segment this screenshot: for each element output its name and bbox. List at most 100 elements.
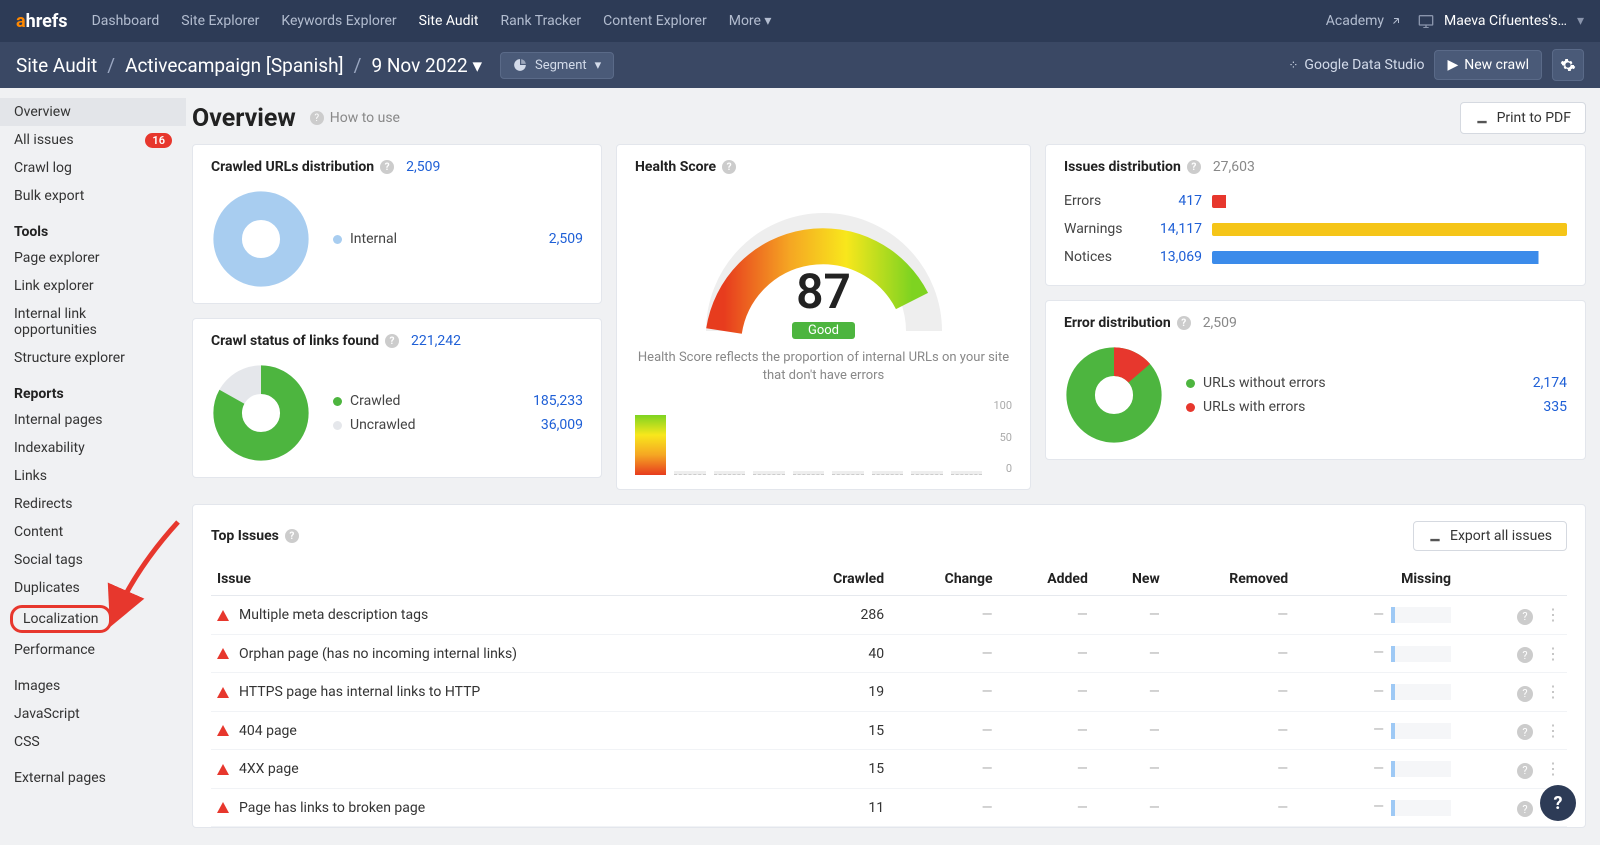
sidebar-item-css[interactable]: CSS: [0, 728, 186, 756]
nav-item-dashboard[interactable]: Dashboard: [92, 13, 160, 29]
help-fab[interactable]: ?: [1540, 785, 1576, 821]
legend-dot: [333, 235, 342, 244]
col-crawled[interactable]: Crawled: [776, 563, 890, 596]
sidebar-item-internal-link-opportunities[interactable]: Internal link opportunities: [0, 300, 186, 344]
sidebar-item-content[interactable]: Content: [0, 518, 186, 546]
legend-row: Uncrawled36,009: [333, 413, 583, 437]
error-icon: [217, 648, 229, 659]
user-menu[interactable]: Maeva Cifuentes's… ▾: [1418, 13, 1584, 29]
breadcrumb-project[interactable]: Activecampaign [Spanish]: [125, 54, 344, 77]
help-icon[interactable]: ?: [1517, 724, 1533, 740]
table-row[interactable]: Page has links to broken page11————— ?⋮: [211, 788, 1567, 827]
sidebar-item-page-explorer[interactable]: Page explorer: [0, 244, 186, 272]
topbar: ahrefs Dashboard Site Explorer Keywords Ex…: [0, 0, 1600, 42]
sidebar-item-images[interactable]: Images: [0, 672, 186, 700]
print-to-pdf-button[interactable]: Print to PDF: [1460, 102, 1586, 134]
help-icon[interactable]: ?: [1517, 686, 1533, 702]
help-icon[interactable]: ?: [285, 529, 299, 543]
help-icon[interactable]: ?: [380, 160, 394, 174]
breadcrumb-root[interactable]: Site Audit: [16, 54, 97, 77]
legend-value: 2,509: [549, 231, 583, 247]
sidebar-item-javascript[interactable]: JavaScript: [0, 700, 186, 728]
nav-item-site-audit[interactable]: Site Audit: [419, 13, 479, 29]
logo[interactable]: ahrefs: [16, 11, 68, 32]
legend-row: URLs without errors2,174: [1186, 371, 1567, 395]
academy-link[interactable]: Academy: [1326, 13, 1402, 29]
sidebar-item-all-issues[interactable]: All issues16: [0, 126, 186, 154]
legend-dot: [1186, 403, 1195, 412]
download-icon: [1428, 529, 1442, 543]
sidebar-item-localization[interactable]: Localization: [10, 605, 112, 633]
help-icon[interactable]: ?: [1517, 763, 1533, 779]
help-icon[interactable]: ?: [722, 160, 736, 174]
sidebar-item-overview[interactable]: Overview: [0, 98, 186, 126]
export-all-issues-button[interactable]: Export all issues: [1413, 521, 1567, 551]
legend-value: 36,009: [541, 417, 583, 433]
col-new[interactable]: New: [1094, 563, 1166, 596]
col-added[interactable]: Added: [999, 563, 1094, 596]
help-icon[interactable]: ?: [385, 334, 399, 348]
legend-value: 335: [1543, 399, 1567, 415]
how-to-use-link[interactable]: ?How to use: [310, 110, 400, 126]
issue-dist-row[interactable]: Errors417: [1064, 187, 1567, 215]
nav-item-more[interactable]: More ▾: [729, 13, 772, 29]
sidebar-item-indexability[interactable]: Indexability: [0, 434, 186, 462]
error-distribution-chart: [1064, 345, 1164, 445]
table-row[interactable]: 404 page15————— ?⋮: [211, 711, 1567, 750]
google-data-studio-link[interactable]: ⁘Google Data Studio: [1288, 57, 1424, 73]
issue-dist-row[interactable]: Warnings14,117: [1064, 215, 1567, 243]
error-icon: [217, 725, 229, 736]
nav-item-rank-tracker[interactable]: Rank Tracker: [501, 13, 582, 29]
issue-dist-row[interactable]: Notices13,069: [1064, 243, 1567, 271]
crawled-urls-card: Crawled URLs distribution?2,509 Internal…: [192, 144, 602, 304]
table-row[interactable]: HTTPS page has internal links to HTTP19—…: [211, 673, 1567, 712]
legend-label: URLs without errors: [1203, 375, 1525, 391]
sidebar-item-social-tags[interactable]: Social tags: [0, 546, 186, 574]
sidebar-item-duplicates[interactable]: Duplicates: [0, 574, 186, 602]
sidebar-item-structure-explorer[interactable]: Structure explorer: [0, 344, 186, 372]
more-icon[interactable]: ⋮: [1545, 682, 1561, 701]
nav-item-keywords-explorer[interactable]: Keywords Explorer: [281, 13, 396, 29]
more-icon[interactable]: ⋮: [1545, 605, 1561, 624]
segment-button[interactable]: Segment▾: [500, 52, 614, 79]
legend-row: Internal2,509: [333, 227, 583, 251]
sidebar-item-bulk-export[interactable]: Bulk export: [0, 182, 186, 210]
sidebar-item-redirects[interactable]: Redirects: [0, 490, 186, 518]
download-icon: [1475, 111, 1489, 125]
error-icon: [217, 687, 229, 698]
help-icon[interactable]: ?: [1177, 316, 1191, 330]
health-score-card: Health Score? 87 Good Health Score refle…: [616, 144, 1031, 490]
col-missing[interactable]: Missing: [1294, 563, 1457, 596]
missing-sparkline: [1391, 607, 1451, 623]
more-icon[interactable]: ⋮: [1545, 644, 1561, 663]
table-row[interactable]: Orphan page (has no incoming internal li…: [211, 634, 1567, 673]
missing-sparkline: [1391, 761, 1451, 777]
sidebar-item-internal-pages[interactable]: Internal pages: [0, 406, 186, 434]
table-row[interactable]: Multiple meta description tags286————— ?…: [211, 596, 1567, 635]
nav-item-content-explorer[interactable]: Content Explorer: [603, 13, 707, 29]
col-change[interactable]: Change: [890, 563, 998, 596]
help-icon[interactable]: ?: [1517, 609, 1533, 625]
sidebar-item-links[interactable]: Links: [0, 462, 186, 490]
sidebar-heading-reports: Reports: [0, 372, 186, 406]
sidebar-item-performance[interactable]: Performance: [0, 636, 186, 664]
more-icon[interactable]: ⋮: [1545, 721, 1561, 740]
sidebar-item-crawl-log[interactable]: Crawl log: [0, 154, 186, 182]
sidebar-item-link-explorer[interactable]: Link explorer: [0, 272, 186, 300]
help-icon[interactable]: ?: [1517, 647, 1533, 663]
col-removed[interactable]: Removed: [1166, 563, 1294, 596]
table-row[interactable]: 4XX page15————— ?⋮: [211, 750, 1567, 789]
sidebar-item-external-pages[interactable]: External pages: [0, 764, 186, 792]
new-crawl-button[interactable]: ▶New crawl: [1434, 50, 1542, 80]
help-icon[interactable]: ?: [1517, 801, 1533, 817]
nav-item-site-explorer[interactable]: Site Explorer: [181, 13, 259, 29]
pie-icon: [513, 58, 527, 72]
breadcrumb-date[interactable]: 9 Nov 2022 ▾: [371, 54, 482, 77]
more-icon[interactable]: ⋮: [1545, 759, 1561, 778]
col-issue[interactable]: Issue: [211, 563, 776, 596]
issues-distribution-card: Issues distribution?27,603 Errors417Warn…: [1045, 144, 1586, 286]
help-icon[interactable]: ?: [1187, 160, 1201, 174]
settings-button[interactable]: [1552, 49, 1584, 81]
error-icon: [217, 802, 229, 813]
monitor-icon: [1418, 14, 1434, 28]
